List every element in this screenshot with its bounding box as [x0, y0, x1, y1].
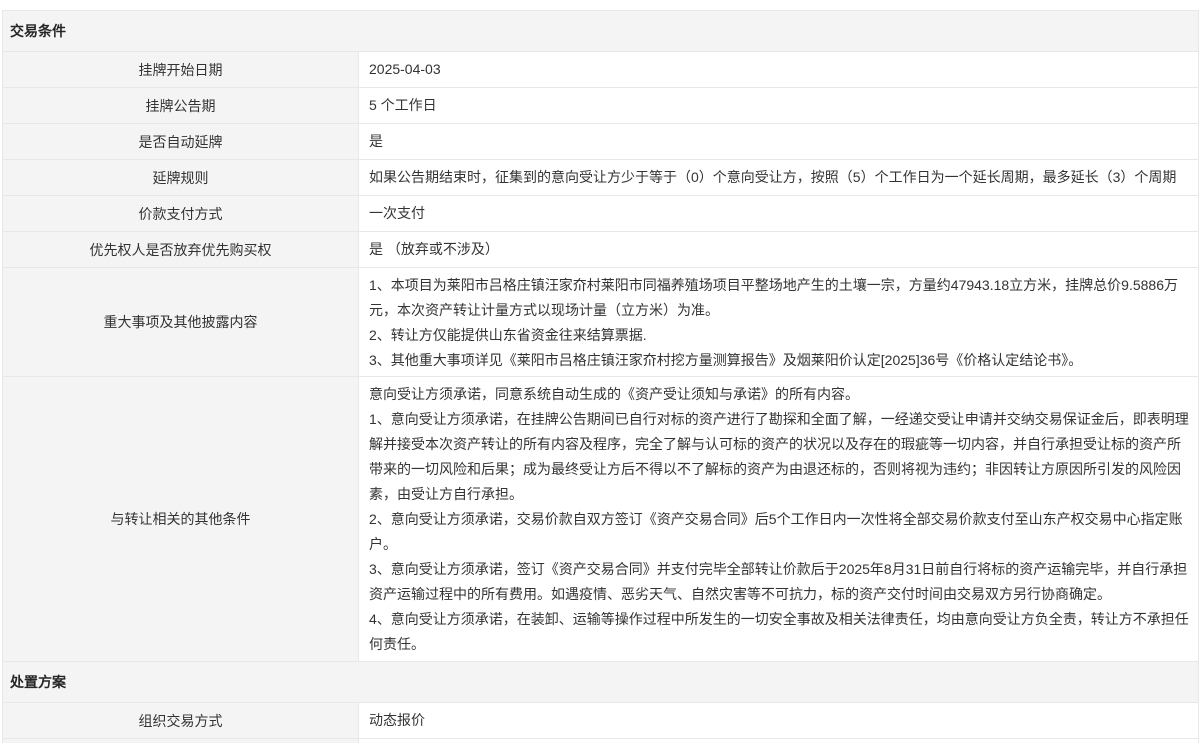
- field-label: 与转让相关的其他条件: [3, 377, 359, 661]
- field-value: 5 个工作日: [359, 88, 1198, 123]
- field-label: 延牌规则: [3, 160, 359, 195]
- section-header-disposal-plan: 处置方案: [3, 662, 1198, 703]
- section-header-transaction-conditions: 交易条件: [3, 11, 1198, 52]
- field-label: [3, 739, 359, 743]
- field-label: 组织交易方式: [3, 703, 359, 738]
- field-label: 挂牌开始日期: [3, 52, 359, 87]
- field-value: 2025-04-03: [359, 52, 1198, 87]
- field-value: 是 （放弃或不涉及）: [359, 232, 1198, 267]
- row-listing-start-date: 挂牌开始日期 2025-04-03: [3, 52, 1198, 88]
- field-label: 价款支付方式: [3, 196, 359, 231]
- field-label: 重大事项及其他披露内容: [3, 268, 359, 376]
- row-next-partial: [3, 739, 1198, 743]
- row-auto-extension: 是否自动延牌 是: [3, 124, 1198, 160]
- field-value: 是: [359, 124, 1198, 159]
- field-value: [359, 739, 1198, 743]
- field-value: 如果公告期结束时，征集到的意向受让方少于等于（0）个意向受让方，按照（5）个工作…: [359, 160, 1198, 195]
- field-value: 意向受让方须承诺，同意系统自动生成的《资产受让须知与承诺》的所有内容。 1、意向…: [359, 377, 1198, 661]
- field-value: 一次支付: [359, 196, 1198, 231]
- asset-listing-detail-table: 交易条件 挂牌开始日期 2025-04-03 挂牌公告期 5 个工作日 是否自动…: [2, 10, 1199, 743]
- row-major-matters-disclosure: 重大事项及其他披露内容 1、本项目为莱阳市吕格庄镇汪家夼村莱阳市同福养殖场项目平…: [3, 268, 1198, 377]
- row-extension-rules: 延牌规则 如果公告期结束时，征集到的意向受让方少于等于（0）个意向受让方，按照（…: [3, 160, 1198, 196]
- field-value: 1、本项目为莱阳市吕格庄镇汪家夼村莱阳市同福养殖场项目平整场地产生的土壤一宗，方…: [359, 268, 1198, 376]
- row-transaction-organization-method: 组织交易方式 动态报价: [3, 703, 1198, 739]
- row-preemptive-right-waiver: 优先权人是否放弃优先购买权 是 （放弃或不涉及）: [3, 232, 1198, 268]
- field-label: 优先权人是否放弃优先购买权: [3, 232, 359, 267]
- field-label: 挂牌公告期: [3, 88, 359, 123]
- field-label: 是否自动延牌: [3, 124, 359, 159]
- field-value: 动态报价: [359, 703, 1198, 738]
- row-other-transfer-conditions: 与转让相关的其他条件 意向受让方须承诺，同意系统自动生成的《资产受让须知与承诺》…: [3, 377, 1198, 662]
- row-listing-announcement-period: 挂牌公告期 5 个工作日: [3, 88, 1198, 124]
- row-payment-method: 价款支付方式 一次支付: [3, 196, 1198, 232]
